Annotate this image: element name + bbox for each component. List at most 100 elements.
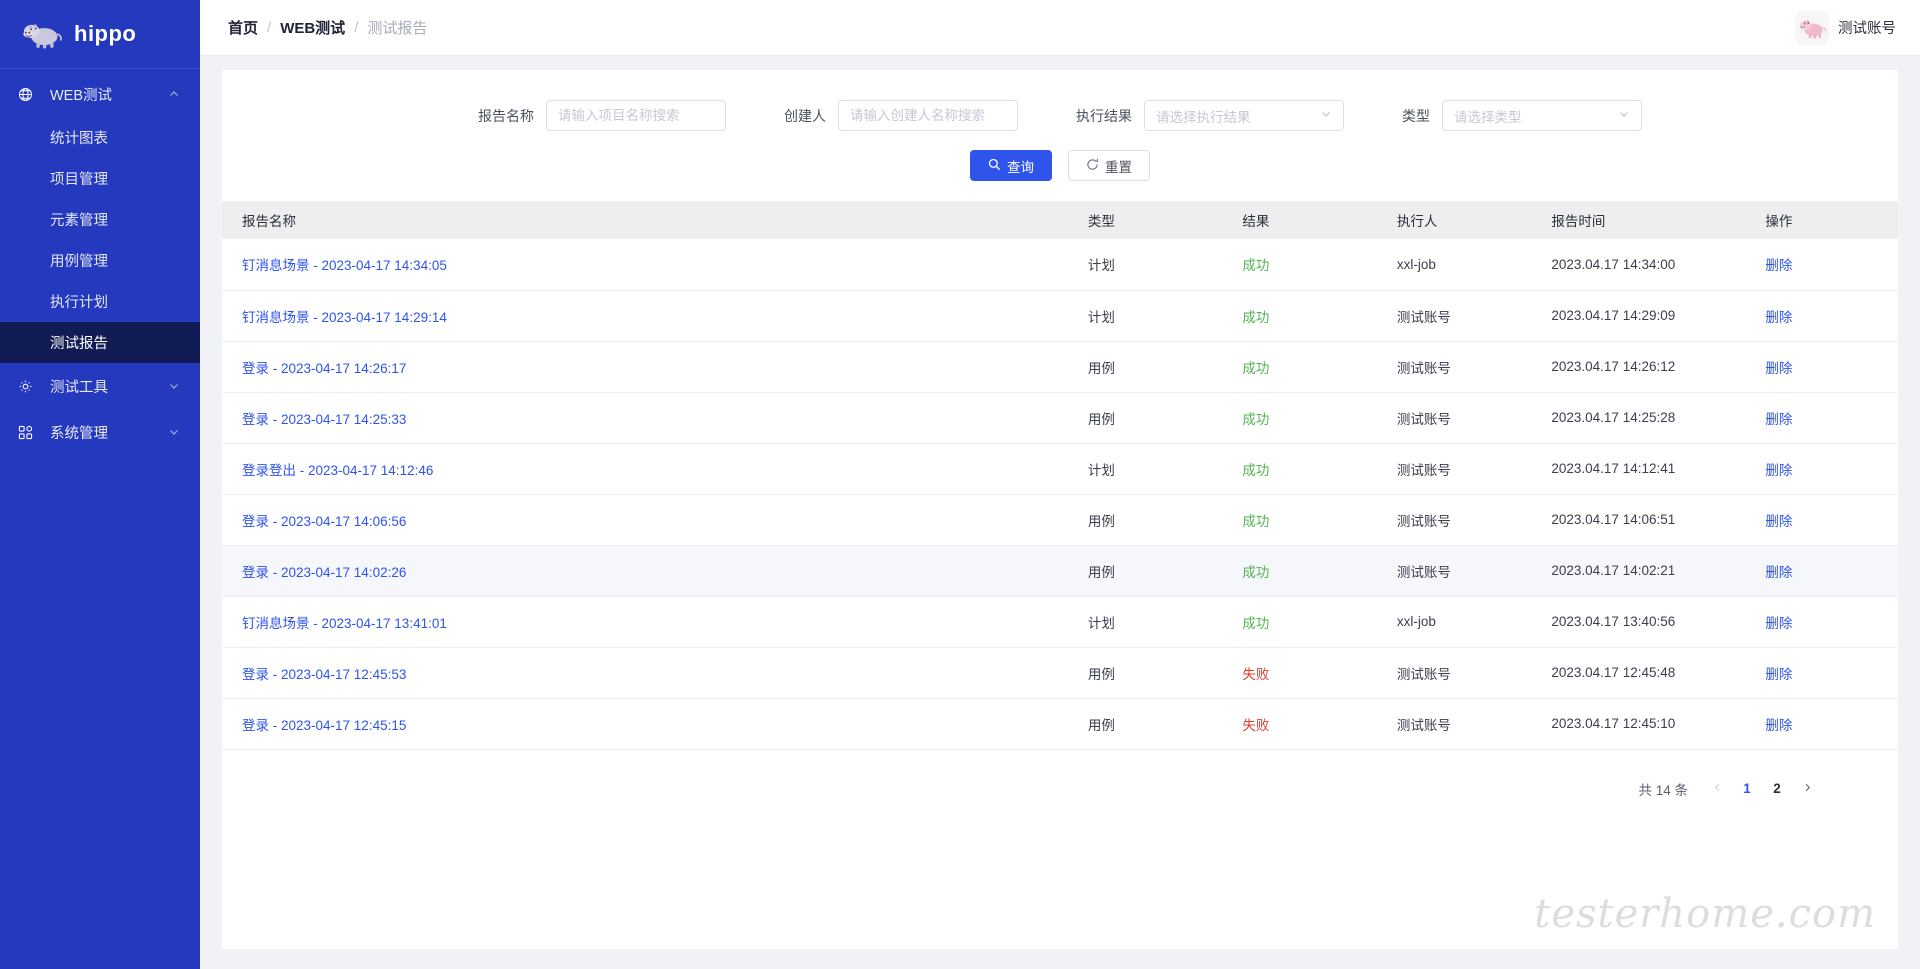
table-row[interactable]: 登录 - 2023-04-17 14:02:26 用例 成功 测试账号 2023.04.… [222,545,1898,597]
column-header-type[interactable]: 类型 [1077,201,1233,239]
report-name-link[interactable]: 登录 - 2023-04-17 14:06:56 [242,514,406,529]
delete-link[interactable]: 删除 [1765,667,1792,682]
report-name-link[interactable]: 登录 - 2023-04-17 12:45:15 [242,718,406,733]
filter-label-result: 执行结果 [1076,107,1132,124]
sidebar-item-element-management[interactable]: 元素管理 [0,199,200,240]
table-row[interactable]: 钉消息场景 - 2023-04-17 14:29:14 计划 成功 测试账号 2023.… [222,290,1898,342]
query-button-label: 查询 [1007,159,1034,175]
delete-link[interactable]: 删除 [1765,616,1792,631]
column-header-report-time[interactable]: 报告时间 [1541,201,1756,239]
sidebar-item-test-report[interactable]: 测试报告 [0,322,200,363]
cell-executor: 测试账号 [1386,494,1542,546]
report-name-link[interactable]: 登录 - 2023-04-17 14:02:26 [242,565,406,580]
cell-operation: 删除 [1755,545,1898,597]
table-row[interactable]: 登录 - 2023-04-17 14:25:33 用例 成功 测试账号 2023.04.… [222,392,1898,444]
cell-report-name: 登录 - 2023-04-17 14:02:26 [222,545,1078,597]
sidebar-item-label: 执行计划 [50,295,108,311]
report-name-link[interactable]: 登录登出 - 2023-04-17 14:12:46 [242,463,433,478]
sidebar-group-web-test[interactable]: WEB测试 [0,71,200,117]
cell-report-name: 登录 - 2023-04-17 14:06:56 [222,494,1078,546]
delete-link[interactable]: 删除 [1765,463,1792,478]
cell-report-name: 钉消息场景 - 2023-04-17 13:41:01 [222,596,1078,648]
report-name-link[interactable]: 钉消息场景 - 2023-04-17 13:41:01 [242,616,447,631]
column-header-report-name[interactable]: 报告名称 [222,201,1078,239]
pagination-page-1[interactable]: 1 [1734,776,1760,802]
column-header-executor[interactable]: 执行人 [1386,201,1542,239]
sidebar-item-label: 测试报告 [50,336,108,352]
breadcrumb: 首页 / WEB测试 / 测试报告 [228,17,427,38]
cell-result: 成功 [1232,443,1387,495]
cell-type: 用例 [1077,647,1233,699]
result-select[interactable]: 请选择执行结果 [1144,100,1344,131]
cell-type: 计划 [1077,290,1233,342]
table-row[interactable]: 登录 - 2023-04-17 12:45:15 用例 失败 测试账号 2023.04.… [222,698,1898,750]
sidebar-group-test-tools[interactable]: 测试工具 [0,363,200,409]
chevron-left-icon [1712,781,1723,796]
sidebar-item-label: 用例管理 [50,254,108,270]
sidebar-item-execution-plan[interactable]: 执行计划 [0,281,200,322]
breadcrumb-item-web-test[interactable]: WEB测试 [280,17,345,38]
cell-executor: 测试账号 [1386,341,1542,393]
type-select-placeholder: 请选择类型 [1454,109,1522,125]
report-name-link[interactable]: 登录 - 2023-04-17 12:45:53 [242,667,406,682]
type-select[interactable]: 请选择类型 [1442,100,1642,131]
cell-report-name: 钉消息场景 - 2023-04-17 14:29:14 [222,290,1078,342]
table-row[interactable]: 登录 - 2023-04-17 14:26:17 用例 成功 测试账号 2023.04.… [222,341,1898,393]
chevron-down-icon [168,426,180,438]
sidebar-group-system-management[interactable]: 系统管理 [0,409,200,455]
creator-input[interactable] [838,100,1018,131]
filter-actions: 查询 重置 [222,131,1898,201]
table-row[interactable]: 钉消息场景 - 2023-04-17 13:41:01 计划 成功 xxl-job 20… [222,596,1898,648]
table-row[interactable]: 登录 - 2023-04-17 12:45:53 用例 失败 测试账号 2023.04.… [222,647,1898,699]
report-name-link[interactable]: 登录 - 2023-04-17 14:26:17 [242,361,406,376]
cell-type-text: 计划 [1087,258,1115,274]
column-header-result[interactable]: 结果 [1232,201,1387,239]
cell-executor-text: 测试账号 [1396,513,1451,529]
delete-link[interactable]: 删除 [1765,718,1792,733]
cell-report-time-text: 2023.04.17 12:45:48 [1551,665,1676,680]
table-row[interactable]: 登录登出 - 2023-04-17 14:12:46 计划 成功 测试账号 2023.0… [222,443,1898,495]
cell-operation: 删除 [1755,647,1898,699]
hippo-logo-icon [22,18,64,50]
sidebar-item-project-management[interactable]: 项目管理 [0,158,200,199]
report-name-link[interactable]: 登录 - 2023-04-17 14:25:33 [242,412,406,427]
table-row[interactable]: 登录 - 2023-04-17 14:06:56 用例 成功 测试账号 2023.04.… [222,494,1898,546]
sidebar-nav: WEB测试 统计图表 项目管理 元素管理 用例管理 执行计划 测试报告 测试工具… [0,69,200,455]
pagination-next-button[interactable] [1794,776,1820,802]
cell-result: 成功 [1232,290,1387,342]
cell-type-text: 用例 [1087,360,1115,376]
result-status: 成功 [1242,564,1270,580]
report-name-link[interactable]: 钉消息场景 - 2023-04-17 14:29:14 [242,310,447,325]
sidebar-item-case-management[interactable]: 用例管理 [0,240,200,281]
report-name-input[interactable] [546,100,726,131]
brand-name: hippo [74,21,137,46]
report-card: 报告名称 创建人 执行结果 请选择执行结果 [222,70,1898,949]
pagination-page-2[interactable]: 2 [1764,776,1790,802]
sidebar-item-statistics[interactable]: 统计图表 [0,117,200,158]
cell-report-name: 登录 - 2023-04-17 12:45:15 [222,698,1078,750]
delete-link[interactable]: 删除 [1765,412,1792,427]
delete-link[interactable]: 删除 [1765,258,1792,273]
cell-executor: 测试账号 [1386,392,1542,444]
cell-operation: 删除 [1755,596,1898,648]
delete-link[interactable]: 删除 [1765,310,1792,325]
hippo-avatar-icon [1795,10,1829,45]
query-button[interactable]: 查询 [970,150,1052,181]
cell-report-time-text: 2023.04.17 12:45:10 [1551,716,1676,731]
reset-button[interactable]: 重置 [1068,150,1150,181]
table-header-row: 报告名称 类型 结果 执行人 报告时间 操作 [222,201,1898,239]
brand-logo[interactable]: hippo [0,0,200,69]
globe-icon [18,87,40,102]
breadcrumb-item-home[interactable]: 首页 [228,17,258,38]
table-row[interactable]: 钉消息场景 - 2023-04-17 14:34:05 计划 成功 xxl-job 20… [222,239,1898,291]
cell-report-time: 2023.04.17 14:34:00 [1541,239,1756,291]
pagination-prev-button[interactable] [1704,776,1730,802]
delete-link[interactable]: 删除 [1765,361,1792,376]
report-name-link[interactable]: 钉消息场景 - 2023-04-17 14:34:05 [242,258,447,273]
delete-link[interactable]: 删除 [1765,565,1792,580]
pagination-total: 共 14 条 [1638,782,1688,798]
filter-label-type: 类型 [1402,107,1430,124]
delete-link[interactable]: 删除 [1765,514,1792,529]
account-menu[interactable]: 测试账号 [1795,10,1896,45]
cell-type-text: 用例 [1087,666,1115,682]
